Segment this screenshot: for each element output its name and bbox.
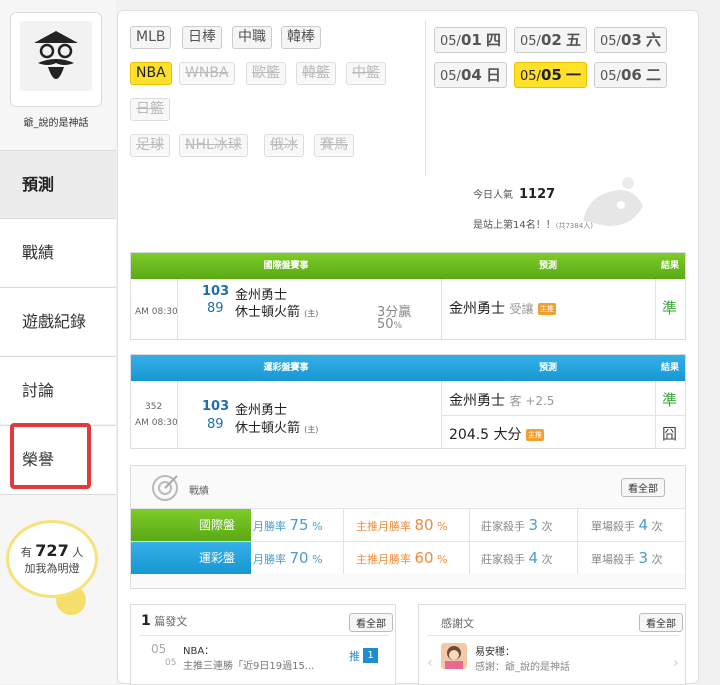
sport-soccer[interactable]: 足球 — [130, 134, 170, 157]
stats-panel: 戰績 看全部 國際盤 月勝率 75 % 主推月勝率 80 % 莊家殺手 3 次 … — [130, 465, 686, 589]
target-icon — [152, 475, 178, 501]
match-time: AM 08:30 — [135, 418, 178, 428]
fans-counter[interactable]: 有 727 人 加我為明燈 — [6, 520, 98, 598]
date-0503[interactable]: 05/03 六 — [594, 27, 667, 53]
month-rate: 月勝率 75 % — [253, 516, 323, 534]
popularity: 今日人氣 1127 — [473, 187, 556, 202]
lottery-pick-2: 204.5 大分 主推 — [449, 427, 544, 443]
lottery-table-header: 運彩盤賽事 預測 結果 — [131, 355, 685, 381]
main-month-rate: 主推月勝率 60 % — [356, 549, 448, 567]
posts-box: 1 篇發文 看全部 05 05 NBA： 主推三連勝「近9日19過15... 推… — [130, 604, 396, 685]
date-0504[interactable]: 05/04 日 — [434, 62, 507, 88]
lottery-pick-1: 金州勇士 客 +2.5 — [449, 393, 555, 409]
sport-jpn-basketball[interactable]: 日籃 — [130, 98, 170, 121]
sport-nhl[interactable]: NHL冰球 — [179, 134, 248, 157]
chevron-left-icon[interactable]: ‹ — [427, 655, 433, 671]
sport-horse-racing[interactable]: 賽馬 — [314, 134, 354, 157]
match-time: AM 08:30 — [135, 307, 178, 317]
away-number: 89 — [207, 301, 224, 316]
stats-title: 戰績 — [189, 486, 209, 497]
mascot-icon — [583, 177, 643, 226]
main-month-rate: 主推月勝率 80 % — [356, 516, 448, 534]
sport-mlb[interactable]: MLB — [130, 26, 172, 49]
popularity-value: 1127 — [519, 187, 556, 202]
date-0506[interactable]: 05/06 二 — [594, 62, 667, 88]
chevron-right-icon[interactable]: › — [673, 655, 679, 671]
stats-row-label: 運彩盤 — [131, 542, 251, 574]
lottery-match-table: 運彩盤賽事 預測 結果 352 AM 08:30 103 金州勇士 89 休士頓… — [130, 354, 686, 449]
nav-record[interactable]: 戰績 — [0, 218, 116, 286]
home-number: 103 — [202, 399, 230, 414]
sport-kor-basketball[interactable]: 韓籃 — [296, 62, 336, 85]
month-rate: 月勝率 70 % — [253, 549, 323, 567]
thanks-avatar[interactable] — [441, 643, 467, 669]
bookie-killer: 莊家殺手 3 次 — [481, 516, 553, 534]
main-pick-badge: 主推 — [525, 429, 544, 441]
nav-predict[interactable]: 預測 — [0, 150, 116, 218]
fans-unit: 人 — [72, 546, 84, 559]
stats-row-label: 國際盤 — [131, 509, 251, 541]
sport-kbo[interactable]: 韓棒 — [281, 26, 321, 49]
username[interactable]: 爺_說的是神話 — [0, 114, 112, 129]
date-0501[interactable]: 05/01 四 — [434, 27, 507, 53]
nav-discussion[interactable]: 討論 — [0, 356, 116, 424]
avatar[interactable] — [20, 21, 92, 91]
away-team[interactable]: 休士頓火箭 (主) — [235, 417, 318, 436]
push-label: 推 — [349, 650, 360, 663]
sport-euro-basketball[interactable]: 歐籃 — [246, 62, 286, 85]
spread-pct: 50% — [377, 317, 403, 332]
avatar-card[interactable] — [10, 12, 102, 107]
intl-table-header: 國際盤賽事 預測 結果 — [131, 253, 685, 279]
single-killer: 單場殺手 3 次 — [591, 549, 663, 567]
posts-view-all-button[interactable]: 看全部 — [349, 613, 393, 632]
fans-count: 727 — [35, 541, 69, 560]
date-0502[interactable]: 05/02 五 — [514, 27, 587, 53]
away-team[interactable]: 休士頓火箭 (主) — [235, 301, 318, 320]
intl-pick: 金州勇士 受讓 主推 — [449, 301, 556, 317]
stats-view-all-button[interactable]: 看全部 — [621, 478, 665, 497]
divider — [425, 21, 426, 176]
thanks-view-all-button[interactable]: 看全部 — [639, 613, 683, 632]
post-line1[interactable]: NBA： — [183, 642, 214, 657]
fans-caption: 加我為明燈 — [24, 562, 80, 575]
lottery-result-1: 準 — [662, 391, 678, 409]
nav-game-history[interactable]: 遊戲紀錄 — [0, 287, 116, 355]
intl-result: 準 — [662, 299, 678, 317]
home-number: 103 — [202, 284, 230, 299]
sport-jpn-baseball[interactable]: 日棒 — [182, 26, 222, 49]
sidebar: 爺_說的是神話 預測 戰績 遊戲紀錄 討論 榮譽 有 727 人 加我為明燈 — [0, 0, 116, 684]
fans-prefix: 有 — [20, 546, 32, 559]
sport-nba[interactable]: NBA — [130, 62, 172, 85]
thanks-text: 感謝：爺_說的是神話 — [475, 662, 570, 673]
sport-khl[interactable]: 俄冰 — [264, 134, 304, 157]
post-line2[interactable]: 主推三連勝「近9日19過15... — [183, 657, 323, 672]
post-date-bottom: 05 — [165, 658, 177, 668]
home-team[interactable]: 金州勇士 — [235, 399, 287, 418]
date-0505[interactable]: 05/05 一 — [514, 62, 587, 88]
sport-cpbl[interactable]: 中職 — [232, 26, 272, 49]
stats-row-lottery: 運彩盤 月勝率 70 % 主推月勝率 60 % 莊家殺手 4 次 單場殺手 3 … — [131, 541, 685, 574]
main-pick-badge: 主推 — [537, 303, 556, 315]
thanks-box: 感謝文 看全部 ‹ 易安穩： 感謝：爺_說的是神話 › — [418, 604, 686, 685]
push-count: 1 — [363, 648, 378, 663]
main-panel: MLB 日棒 中職 韓棒 NBA WNBA 歐籃 韓籃 中籃 日籃 足球 NHL… — [117, 10, 699, 685]
intl-match-table: 國際盤賽事 預測 結果 AM 08:30 103 金州勇士 89 休士頓火箭 (… — [130, 252, 686, 340]
highlight-box — [10, 423, 91, 489]
thanks-name[interactable]: 易安穩： — [475, 643, 515, 658]
away-number: 89 — [207, 417, 224, 432]
post-date-top: 05 — [151, 642, 167, 656]
posts-title: 1 篇發文 — [141, 613, 188, 629]
game-number: 352 — [145, 402, 163, 412]
sport-wnba[interactable]: WNBA — [179, 62, 235, 85]
bookie-killer: 莊家殺手 4 次 — [481, 549, 553, 567]
stats-row-intl: 國際盤 月勝率 75 % 主推月勝率 80 % 莊家殺手 3 次 單場殺手 4 … — [131, 508, 685, 541]
sport-chn-basketball[interactable]: 中籃 — [346, 62, 386, 85]
thanks-title: 感謝文 — [441, 617, 474, 630]
lottery-result-2: 囧 — [662, 425, 678, 443]
single-killer: 單場殺手 4 次 — [591, 516, 663, 534]
